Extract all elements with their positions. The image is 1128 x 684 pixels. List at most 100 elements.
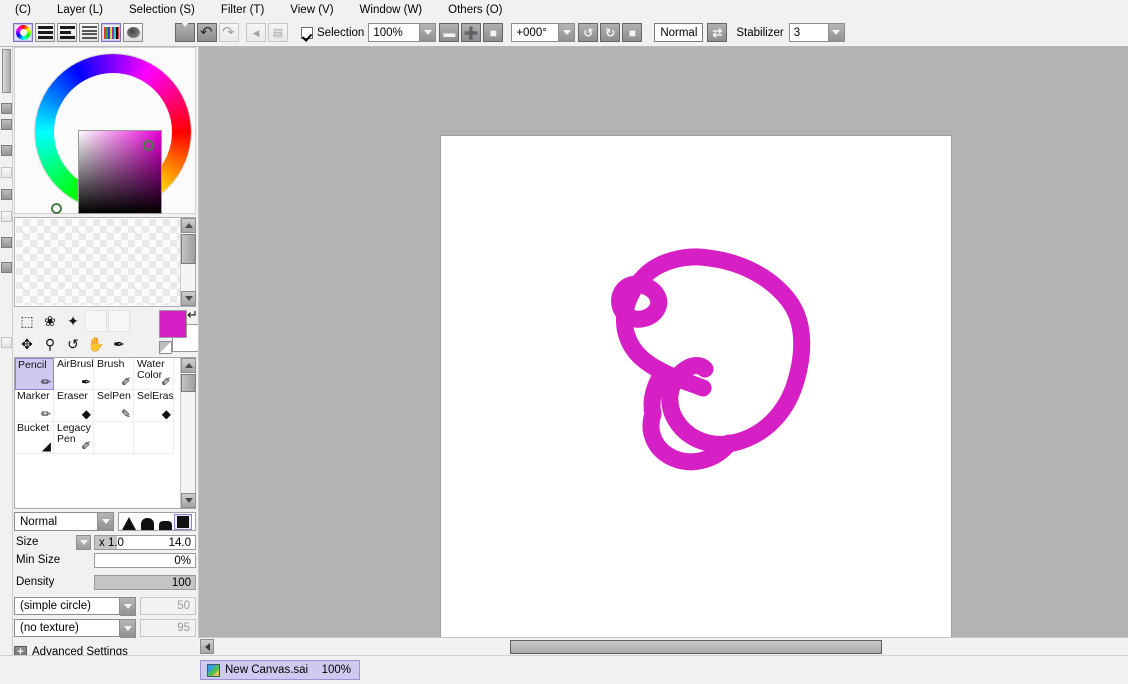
strip-button-9[interactable] — [1, 337, 12, 348]
nav-forward-button[interactable] — [268, 23, 288, 42]
rect-select-tool[interactable]: ⬚ — [16, 310, 38, 332]
panel-resize-handle[interactable] — [2, 49, 11, 93]
min-size-slider[interactable]: 0% — [94, 553, 196, 568]
rotation-dropdown-arrow-icon[interactable] — [559, 23, 576, 42]
shape-dome[interactable] — [138, 514, 156, 530]
menu-item-view[interactable]: View (V) — [277, 1, 346, 19]
brush-scroll-thumb[interactable] — [181, 374, 196, 392]
zoom-dropdown-arrow-icon[interactable] — [420, 23, 437, 42]
zoom-in-button[interactable]: ➕ — [461, 23, 482, 42]
nav-back-button[interactable] — [246, 23, 266, 42]
move-tool[interactable]: ✥ — [16, 333, 38, 355]
strip-button-4[interactable] — [1, 167, 12, 178]
brush-scroll-down-icon[interactable] — [181, 493, 196, 508]
sv-cursor[interactable] — [143, 140, 154, 151]
scroll-left-button[interactable] — [200, 639, 214, 654]
scroll-down-icon[interactable] — [181, 291, 196, 306]
menu-item-window[interactable]: Window (W) — [347, 1, 436, 19]
size-mode-button[interactable] — [76, 535, 91, 550]
menu-item-layer[interactable]: Layer (L) — [44, 1, 116, 19]
magic-wand-tool[interactable]: ✦ — [62, 310, 84, 332]
menu-item-file[interactable]: (C) — [2, 1, 44, 19]
menu-item-selection[interactable]: Selection (S) — [116, 1, 208, 19]
brush-shape-combo[interactable]: (simple circle) — [14, 596, 136, 616]
brush-brush[interactable]: Brush ✐ — [95, 358, 134, 390]
shape-flat-dome[interactable] — [156, 514, 174, 530]
scratchpad-view-button[interactable] — [79, 23, 99, 42]
brush-scroll-up-icon[interactable] — [181, 358, 196, 373]
swatches-view-button[interactable] — [101, 23, 121, 42]
swatch-scroll-thumb[interactable] — [181, 234, 196, 264]
zoom-value[interactable]: 100% — [368, 23, 421, 42]
size-slider[interactable]: x 1.0 14.0 — [94, 535, 196, 550]
blend-mode-combo[interactable]: Normal — [14, 512, 114, 531]
stabilizer-dropdown-arrow-icon[interactable] — [828, 23, 845, 42]
brush-pencil[interactable]: Pencil ✏ — [15, 358, 54, 390]
brush-shape-value[interactable]: (simple circle) — [14, 597, 120, 615]
rotation-combo[interactable]: +000° — [511, 23, 576, 42]
hue-cursor[interactable] — [51, 203, 62, 214]
brush-legacy-pen[interactable]: Legacy Pen ✐ — [55, 422, 94, 454]
brush-bucket[interactable]: Bucket ◢ — [15, 422, 54, 454]
strip-button-5[interactable] — [1, 189, 12, 200]
selection-checkbox[interactable]: Selection — [301, 26, 364, 39]
transparency-toggle-icon[interactable] — [159, 341, 172, 354]
rgb-sliders-view-button[interactable] — [57, 23, 77, 42]
eyedropper-tool[interactable]: ✒ — [108, 333, 130, 355]
menu-item-filter[interactable]: Filter (T) — [208, 1, 277, 19]
brush-eraser[interactable]: Eraser ◆ — [55, 390, 94, 422]
blend-mode-value[interactable]: Normal — [14, 512, 98, 531]
swap-colors-icon[interactable]: ↵ — [187, 307, 198, 323]
zoom-reset-button[interactable]: ■ — [483, 23, 504, 42]
stabilizer-combo[interactable]: 3 — [788, 23, 845, 42]
mixer-view-button[interactable] — [123, 23, 143, 42]
scroll-up-icon[interactable] — [181, 218, 196, 233]
gradient-bars-view-button[interactable] — [35, 23, 55, 42]
rotate-tool[interactable]: ↺ — [62, 333, 84, 355]
zoom-tool[interactable]: ⚲ — [39, 333, 61, 355]
brush-seleras[interactable]: SelEras ◆ — [135, 390, 174, 422]
strip-button-2[interactable] — [1, 119, 12, 130]
strip-button-8[interactable] — [1, 262, 12, 273]
undo-button[interactable] — [197, 23, 217, 42]
redo-button[interactable] — [219, 23, 239, 42]
canvas-horizontal-scrollbar[interactable] — [198, 637, 1128, 655]
color-wheel-panel[interactable] — [14, 47, 196, 214]
rotate-cw-button[interactable]: ↻ — [600, 23, 621, 42]
empty-tool-slot-1[interactable] — [85, 310, 107, 332]
zoom-combo[interactable]: 100% — [368, 23, 437, 42]
view-mode-value[interactable]: Normal — [654, 23, 704, 42]
brush-texture-dropdown-arrow-icon[interactable] — [120, 618, 136, 638]
brush-scrollbar[interactable] — [180, 358, 196, 508]
brush-shape-dropdown-arrow-icon[interactable] — [120, 596, 136, 616]
rotate-ccw-button[interactable]: ↺ — [578, 23, 599, 42]
lasso-select-tool[interactable]: ❀ — [39, 310, 61, 332]
stabilizer-value[interactable]: 3 — [788, 23, 829, 42]
horizontal-scroll-thumb[interactable] — [510, 640, 882, 654]
shape-square[interactable] — [174, 514, 192, 530]
blend-mode-dropdown-arrow-icon[interactable] — [98, 512, 114, 531]
brush-selpen[interactable]: SelPen ✎ — [95, 390, 134, 422]
canvas-viewport[interactable] — [198, 47, 1128, 646]
strip-button-7[interactable] — [1, 237, 12, 248]
rotate-reset-button[interactable]: ■ — [622, 23, 643, 42]
brush-airbrush[interactable]: AirBrush ✒ — [55, 358, 94, 390]
hand-tool[interactable]: ✋ — [85, 333, 107, 355]
brush-marker[interactable]: Marker ✏ — [15, 390, 54, 422]
brush-texture-value[interactable]: (no texture) — [14, 619, 120, 637]
swatch-grid[interactable] — [16, 219, 180, 305]
flip-canvas-button[interactable]: ⇄ — [707, 23, 728, 42]
brush-empty-2[interactable] — [135, 422, 174, 454]
brush-texture-combo[interactable]: (no texture) — [14, 618, 136, 638]
swatch-scrollbar[interactable] — [180, 218, 196, 306]
menu-item-others[interactable]: Others (O) — [435, 1, 515, 19]
density-slider[interactable]: 100 — [94, 575, 196, 590]
strip-button-6[interactable] — [1, 211, 12, 222]
taskbar-document-item[interactable]: New Canvas.sai 100% — [200, 660, 360, 680]
rotation-value[interactable]: +000° — [511, 23, 560, 42]
panel-dropdown-button[interactable] — [175, 23, 195, 42]
strip-button-3[interactable] — [1, 145, 12, 156]
empty-tool-slot-2[interactable] — [108, 310, 130, 332]
canvas-paper[interactable] — [441, 136, 951, 646]
foreground-color-swatch[interactable] — [159, 310, 187, 338]
